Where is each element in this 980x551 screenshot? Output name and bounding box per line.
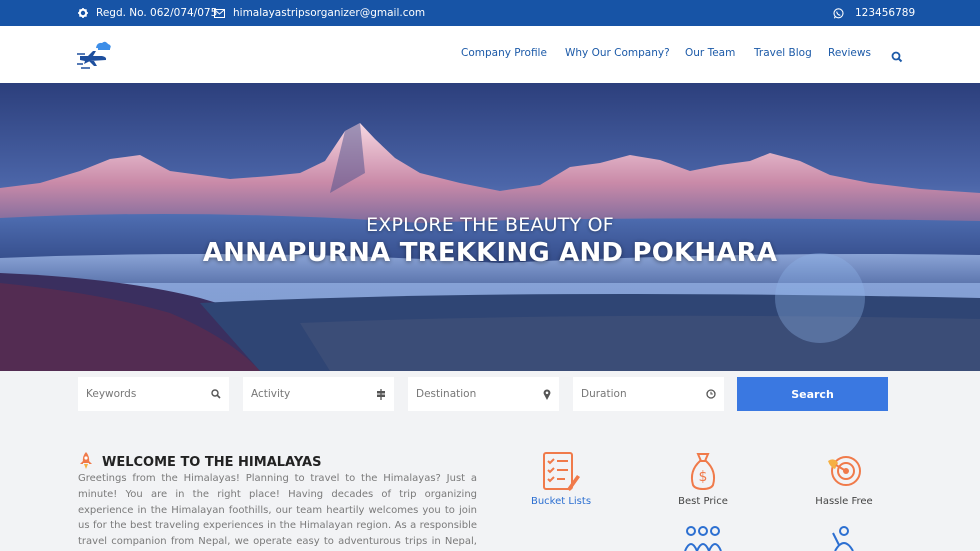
- whatsapp-icon: [833, 7, 844, 19]
- keywords-placeholder: Keywords: [86, 388, 137, 400]
- feature-label: Hassle Free: [815, 496, 873, 507]
- nav-travel-blog[interactable]: Travel Blog: [754, 47, 812, 59]
- rocket-icon: [78, 452, 94, 473]
- hero-title: ANNAPURNA TREKKING AND POKHARA: [202, 238, 778, 268]
- welcome-title: WELCOME TO THE HIMALAYAS: [102, 455, 322, 470]
- gear-icon: [78, 8, 88, 18]
- target-icon: [794, 451, 894, 491]
- svg-text:$: $: [699, 469, 708, 485]
- email-info[interactable]: himalayastripsorganizer@gmail.com: [214, 0, 425, 26]
- search-icon[interactable]: [891, 48, 905, 63]
- welcome-heading: WELCOME TO THE HIMALAYAS: [78, 452, 321, 473]
- nav-our-team[interactable]: Our Team: [685, 47, 735, 59]
- search-button[interactable]: Search: [737, 377, 888, 411]
- nav-why-our-company[interactable]: Why Our Company?: [565, 47, 670, 59]
- feature-bucket-lists[interactable]: Bucket Lists: [511, 451, 611, 507]
- map-pin-icon: [543, 388, 551, 400]
- activity-placeholder: Activity: [251, 388, 291, 400]
- feature-hassle-free[interactable]: Hassle Free: [794, 451, 894, 507]
- destination-select[interactable]: Destination: [408, 377, 559, 411]
- hero-subtitle: EXPLORE THE BEAUTY OF: [366, 214, 614, 236]
- clock-icon: [706, 389, 716, 399]
- signpost-icon: [376, 388, 386, 400]
- envelope-icon: [214, 8, 225, 18]
- feature-best-price[interactable]: $ Best Price: [653, 451, 753, 507]
- money-bag-icon: $: [653, 451, 753, 491]
- destination-placeholder: Destination: [416, 388, 477, 400]
- email-link[interactable]: himalayastripsorganizer@gmail.com: [233, 7, 425, 19]
- checklist-icon: [511, 451, 611, 491]
- feature-label: Best Price: [678, 496, 728, 507]
- hero-banner: EXPLORE THE BEAUTY OF ANNAPURNA TREKKING…: [0, 83, 980, 371]
- top-bar: Regd. No. 062/074/075 himalayastripsorga…: [0, 0, 980, 26]
- phone-number[interactable]: 123456789: [855, 7, 915, 19]
- phone-info[interactable]: 123456789: [833, 0, 915, 26]
- feature-label: Bucket Lists: [530, 496, 592, 507]
- site-logo[interactable]: [76, 40, 112, 72]
- registration-number: Regd. No. 062/074/075: [96, 7, 218, 19]
- card-icon: [540, 545, 580, 551]
- nav-reviews[interactable]: Reviews: [828, 47, 871, 59]
- nav-company-profile[interactable]: Company Profile: [461, 47, 547, 59]
- search-icon: [211, 389, 221, 399]
- duration-select[interactable]: Duration: [573, 377, 724, 411]
- group-travelers-icon: [683, 525, 723, 551]
- keywords-input[interactable]: Keywords: [78, 377, 229, 411]
- duration-placeholder: Duration: [581, 388, 627, 400]
- activity-select[interactable]: Activity: [243, 377, 394, 411]
- site-header: Company Profile Why Our Company? Our Tea…: [0, 26, 980, 83]
- welcome-paragraph: Greetings from the Himalayas! Planning t…: [78, 473, 477, 548]
- registration-info: Regd. No. 062/074/075: [78, 0, 217, 26]
- guide-icon: [829, 525, 859, 551]
